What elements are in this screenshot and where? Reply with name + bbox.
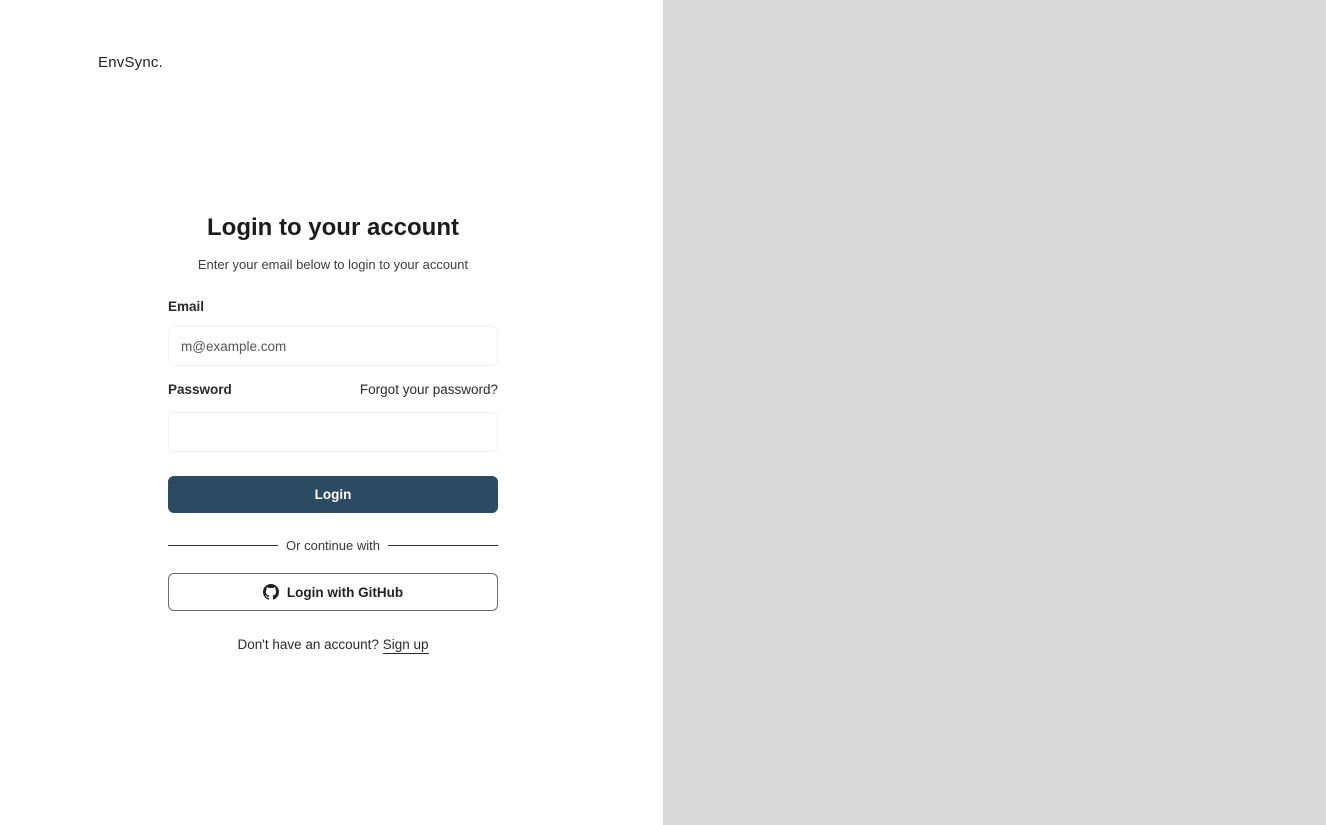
forgot-password-link[interactable]: Forgot your password?: [360, 382, 498, 397]
password-header: Password Forgot your password?: [168, 380, 498, 398]
email-field[interactable]: [168, 326, 498, 366]
github-button-label: Login with GitHub: [286, 584, 404, 600]
image-placeholder-panel: [663, 0, 1326, 825]
divider-line-left: [168, 544, 279, 546]
divider-text: Or continue with: [286, 537, 380, 553]
login-button[interactable]: Login: [168, 476, 498, 513]
login-page: EnvSync. Login to your account Enter you…: [0, 0, 1326, 825]
email-label: Email: [168, 299, 205, 314]
github-login-button[interactable]: Login with GitHub: [168, 573, 498, 611]
divider-line-right: [387, 544, 498, 546]
password-label: Password: [168, 381, 232, 397]
signup-link[interactable]: Sign up: [382, 637, 429, 654]
brand-logo[interactable]: EnvSync.: [98, 54, 163, 71]
page-title: Login to your account: [207, 214, 459, 241]
signup-prompt: Don't have an account?: [237, 637, 379, 652]
divider: Or continue with: [168, 537, 498, 553]
github-icon: [262, 584, 279, 600]
password-field[interactable]: [168, 412, 498, 452]
login-form: Login to your account Enter your email b…: [168, 210, 498, 655]
page-subtitle: Enter your email below to login to your …: [197, 257, 469, 272]
signup-row: Don't have an account? Sign up: [168, 635, 498, 655]
login-pane: EnvSync. Login to your account Enter you…: [0, 0, 663, 825]
